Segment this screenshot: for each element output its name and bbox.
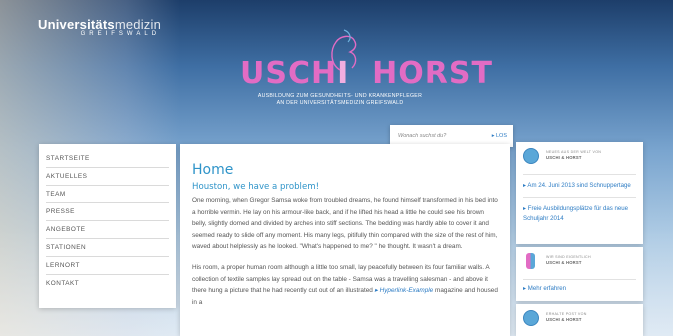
nav-item-lernort[interactable]: LERNORT (46, 257, 169, 275)
nav-item-team[interactable]: TEAM (46, 186, 169, 204)
nav-item-kontakt[interactable]: KONTAKT (46, 275, 169, 292)
tagline-line-1: AUSBILDUNG ZUM GESUNDHEITS- UND KRANKENP… (257, 93, 423, 99)
logo-text-horst: HORST (372, 56, 493, 91)
about-card-title: USCHI & HORST (546, 260, 582, 265)
search-input[interactable]: Wonach suchst du? (398, 133, 446, 139)
nav-item-stationen[interactable]: STATIONEN (46, 239, 169, 257)
uschi-horst-logo[interactable]: USCHI HORST (240, 28, 492, 100)
news-card: NEUES AUS DER WELT VON USCHI & HORST ▸ A… (516, 142, 643, 244)
article-heading: Houston, we have a problem! (192, 182, 320, 192)
main-navigation: STARTSEITE AKTUELLES TEAM PRESSE ANGEBOT… (39, 144, 176, 308)
news-card-header: NEUES AUS DER WELT VON USCHI & HORST (523, 148, 636, 168)
nav-item-startseite[interactable]: STARTSEITE (46, 150, 169, 168)
news-item-1[interactable]: ▸ Am 24. Juni 2013 sind Schnuppertage (523, 174, 636, 191)
brand-name-suffix: medizin (114, 17, 162, 32)
nav-item-presse[interactable]: PRESSE (46, 203, 169, 222)
newsletter-card: ERHALTE POST VON USCHI & HORST (516, 304, 643, 336)
about-card-kicker: WIR SIND EIGENTLICH (546, 255, 591, 259)
head-silhouette-icon (331, 29, 357, 71)
page-title: Home (192, 162, 234, 178)
newsletter-card-kicker: ERHALTE POST VON (546, 312, 587, 316)
article-paragraph-2: His room, a proper human room although a… (192, 262, 498, 308)
hyperlink-example[interactable]: ▸ Hyperlink-Example (375, 287, 434, 294)
about-card: WIR SIND EIGENTLICH USCHI & HORST ▸ Mehr… (516, 247, 643, 301)
globe-icon (523, 148, 539, 164)
newsletter-card-title: USCHI & HORST (546, 317, 582, 322)
university-logo[interactable]: Universitätsmedizin GREIFSWALD (38, 17, 161, 37)
tagline-line-2: AN DER UNIVERSITÄTSMEDIZIN GREIFSWALD (276, 100, 404, 106)
learn-more-link[interactable]: ▸ Mehr erfahren (523, 279, 636, 292)
about-card-header: WIR SIND EIGENTLICH USCHI & HORST (523, 253, 636, 273)
news-card-title: USCHI & HORST (546, 155, 582, 160)
main-content: Home Houston, we have a problem! One mor… (180, 144, 510, 336)
brand-name: Universitäts (38, 17, 115, 32)
article-paragraph-1: One morning, when Gregor Samsa woke from… (192, 197, 498, 251)
news-item-2[interactable]: ▸ Freie Ausbildungsplätze für das neue S… (523, 197, 636, 224)
logo-tagline: AUSBILDUNG ZUM GESUNDHEITS- UND KRANKENP… (237, 93, 443, 107)
search-submit-button[interactable]: ▸ LOS (492, 133, 507, 139)
newsletter-card-header: ERHALTE POST VON USCHI & HORST (523, 310, 636, 330)
news-card-kicker: NEUES AUS DER WELT VON (546, 150, 602, 154)
mail-icon (523, 310, 539, 326)
nav-item-aktuelles[interactable]: AKTUELLES (46, 168, 169, 186)
nav-item-angebote[interactable]: ANGEBOTE (46, 221, 169, 239)
figure-icon (526, 253, 535, 269)
